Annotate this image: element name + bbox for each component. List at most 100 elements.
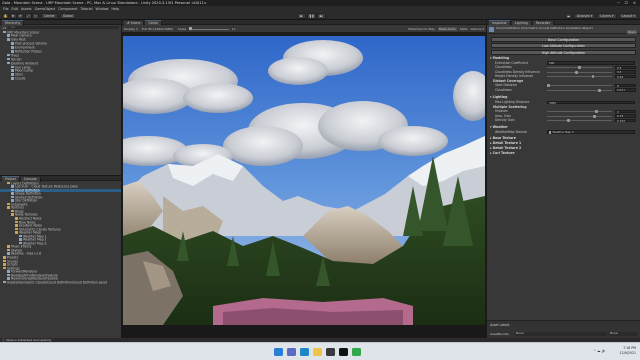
multiple-scattering-properties: Octaves 2 Amp. Gain 0.33 Density Gain 0.152 <box>487 109 640 123</box>
gameobject-icon <box>7 34 10 37</box>
game-viewport[interactable] <box>123 36 485 325</box>
menu-assets[interactable]: Assets <box>21 7 32 11</box>
scale-tool-icon[interactable]: ⤢ <box>24 12 32 19</box>
asset-icon <box>11 185 14 188</box>
add-icon[interactable]: +▾ <box>2 26 6 30</box>
slider-knob[interactable] <box>591 75 595 79</box>
slider-knob[interactable] <box>595 110 599 114</box>
property-label: Cloudiness <box>495 87 512 92</box>
unity-editor-icon[interactable] <box>339 347 348 356</box>
layers-dropdown[interactable]: Layers ▾ <box>597 12 617 19</box>
hand-tool-icon[interactable]: ✋ <box>2 12 9 19</box>
taskbar-clock[interactable]: 7:18 PM 12/9/2021 <box>620 346 636 356</box>
property-slider[interactable] <box>547 84 612 88</box>
scale-slider[interactable] <box>188 27 229 31</box>
folder-icon <box>11 209 14 213</box>
rotate-tool-icon[interactable]: ⟳ <box>17 12 24 19</box>
property-value-field[interactable]: 0 <box>615 83 636 88</box>
property-value-field[interactable]: 2 <box>615 109 636 114</box>
property-row: Height Density Influence 0.64 <box>487 74 640 79</box>
resolution-dropdown[interactable]: Full HD (1920x1080) <box>142 27 173 31</box>
property-slider[interactable] <box>547 66 612 70</box>
task-view-icon[interactable] <box>287 347 296 356</box>
basic-configuration-button[interactable]: Basic Configuration <box>491 37 636 43</box>
slider-knob[interactable] <box>597 88 601 92</box>
maximize-on-play-toggle[interactable]: Maximize On Play <box>408 27 435 31</box>
gameobject-icon <box>7 57 10 61</box>
slider-knob[interactable] <box>547 84 550 88</box>
move-tool-icon[interactable]: ✥ <box>9 12 17 19</box>
folder-icon <box>3 255 6 259</box>
folder-icon <box>15 220 18 224</box>
windows-taskbar: 7:18 PM 12/9/2021 ^ ☁ 🔊 <box>0 342 640 360</box>
slider-knob[interactable] <box>578 66 581 70</box>
recording-app-icon[interactable] <box>352 347 361 356</box>
property-slider[interactable] <box>547 88 612 92</box>
property-slider[interactable] <box>547 114 612 118</box>
mute-audio-toggle[interactable]: Mute Audio <box>437 27 457 31</box>
hierarchy-item[interactable]: Clouds <box>0 77 121 81</box>
menu-component[interactable]: Component <box>58 7 77 11</box>
account-dropdown[interactable]: Account ▾ <box>573 12 596 19</box>
unity-hub-icon[interactable] <box>326 347 335 356</box>
edge-browser-icon[interactable] <box>300 347 309 356</box>
inspector-panel: Inspector Lighting Recorder Cloud Defini… <box>487 20 640 338</box>
play-button[interactable]: ▶ <box>297 12 306 19</box>
property-label: Octaves <box>495 109 508 114</box>
low-altitude-configuration-button[interactable]: Low Altitude Configuration <box>491 43 636 49</box>
property-value-field[interactable]: 500 <box>547 61 635 65</box>
pivot-toggle[interactable]: Center <box>41 12 58 19</box>
menu-tutorial[interactable]: Tutorial <box>80 7 92 11</box>
stats-toggle[interactable]: Stats <box>460 27 468 31</box>
slider-knob[interactable] <box>592 114 596 118</box>
pause-button[interactable]: ❚❚ <box>307 12 316 19</box>
lighting-properties: Max Lighting Distance 3000 <box>487 100 640 105</box>
collab-icon[interactable]: ☁ <box>564 12 572 19</box>
property-value-field[interactable]: 0.152 <box>615 118 636 123</box>
gameobject-icon <box>11 77 14 80</box>
property-value-field[interactable]: 3000 <box>547 100 635 105</box>
property-slider[interactable] <box>547 75 612 79</box>
property-value-field[interactable]: 0.077 <box>615 88 636 92</box>
curl-texture-section[interactable]: Curl Texture <box>487 151 640 156</box>
property-value-field[interactable]: 0.33 <box>615 114 636 118</box>
system-tray-icons[interactable]: ^ ☁ 🔊 <box>593 349 606 353</box>
gameobject-icon <box>11 69 14 72</box>
inspector-object-header: Cloud Definition (Volumetric Clouds Defi… <box>487 25 640 34</box>
project-tree: Layers Definitions Lod Instr - Cloud Text… <box>0 181 121 284</box>
file-explorer-icon[interactable] <box>313 347 322 356</box>
weathermap-texture-value[interactable]: Weather Map 3 <box>547 130 635 134</box>
display-dropdown[interactable]: Display 1 <box>124 27 138 31</box>
asset-bundle-variant-dropdown[interactable]: None <box>609 332 637 336</box>
menu-gameobject[interactable]: GameObject <box>35 7 56 11</box>
windows-start-icon[interactable] <box>274 347 283 356</box>
menu-help[interactable]: Help <box>111 7 119 11</box>
step-button[interactable]: ▶| <box>317 12 326 19</box>
property-slider[interactable] <box>547 119 612 123</box>
slider-knob[interactable] <box>574 70 578 74</box>
weathermap-texture-field[interactable]: WeatherMap Texture Weather Map 3 <box>487 130 640 135</box>
space-toggle[interactable]: Global <box>59 12 76 19</box>
property-value-field[interactable]: 0.5 <box>615 65 636 70</box>
main-toolbar: ✋ ✥ ⟳ ⤢ ▢ Center Global ▶ ❚❚ ▶| ☁ Accoun… <box>0 11 640 20</box>
asset-bundle-dropdown[interactable]: None <box>515 332 607 336</box>
property-value-field[interactable]: 0.5 <box>615 70 636 74</box>
menu-edit[interactable]: Edit <box>12 7 18 11</box>
high-altitude-configuration-button[interactable]: High Altitude Configuration <box>491 49 636 55</box>
project-item[interactable]: Assets/Volumetric Clouds/Cloud Definitio… <box>0 280 121 285</box>
gizmos-dropdown[interactable]: Gizmos ▾ <box>470 27 484 31</box>
asset-icon <box>11 192 14 195</box>
asset-icon <box>7 270 10 273</box>
inspector-object-title: Cloud Definition (Volumetric Clouds Defi… <box>496 26 593 31</box>
property-value-field[interactable]: 0.64 <box>615 74 636 79</box>
rect-tool-icon[interactable]: ▢ <box>32 12 39 19</box>
project-panel: Project Console Layers Definitions Lod In… <box>0 176 121 338</box>
layout-dropdown[interactable]: Layout ▾ <box>618 12 638 19</box>
menu-file[interactable]: File <box>3 7 9 11</box>
property-slider[interactable] <box>547 110 612 114</box>
open-button[interactable]: Open <box>626 29 637 34</box>
property-slider[interactable] <box>547 70 612 74</box>
menu-window[interactable]: Window <box>95 7 108 11</box>
hierarchy-search-input[interactable]: All <box>8 25 119 30</box>
slider-knob[interactable] <box>566 119 570 123</box>
